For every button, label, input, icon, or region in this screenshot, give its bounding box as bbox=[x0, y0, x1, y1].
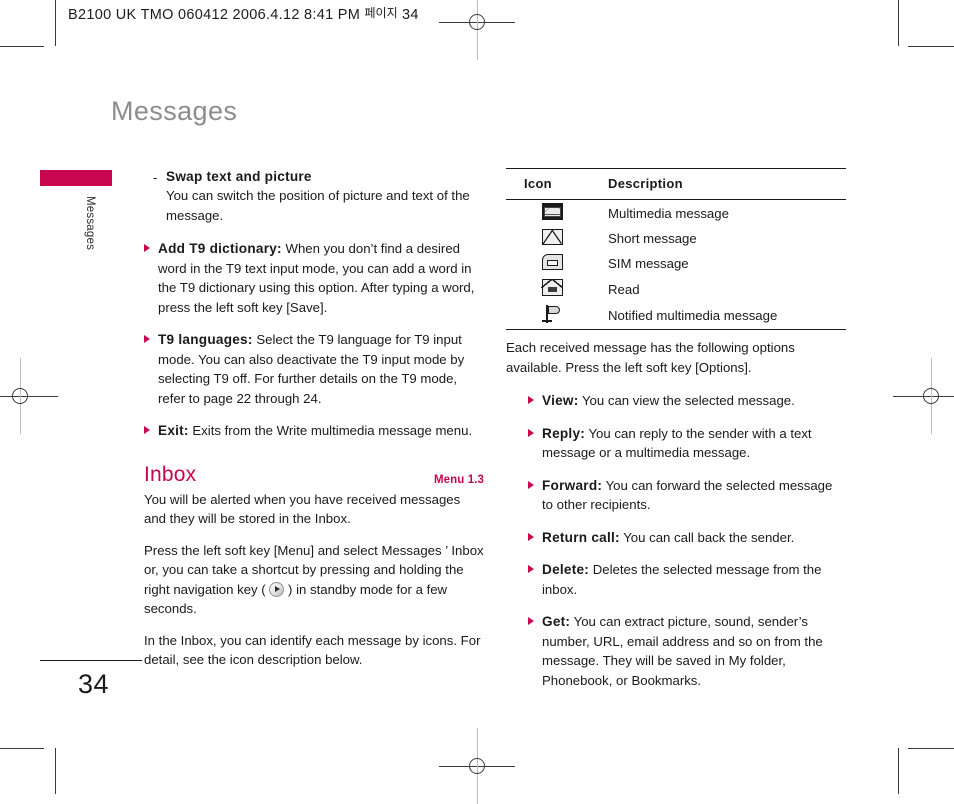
table-cell-description: Multimedia message bbox=[598, 199, 846, 226]
sim-message-icon-cell bbox=[506, 251, 598, 276]
sim-message-icon bbox=[541, 254, 563, 270]
table-cell-description: Read bbox=[608, 281, 640, 297]
notified-multimedia-message-icon-cell bbox=[506, 302, 598, 330]
list-item-lead: View: bbox=[542, 393, 579, 408]
page-title: Messages bbox=[111, 96, 238, 126]
crop-mark-top-right-vertical bbox=[898, 0, 899, 46]
list-item: Delete: Deletes the selected message fro… bbox=[528, 560, 846, 599]
column-header-icon: Icon bbox=[506, 168, 598, 200]
inbox-paragraph-2: In the Inbox, you can identify each mess… bbox=[144, 632, 481, 668]
options-intro-paragraph: Each received message has the following … bbox=[506, 340, 795, 375]
swap-text-and-picture-item: - Swap text and picture You can switch t… bbox=[144, 168, 484, 225]
list-item-lead: Add T9 dictionary: bbox=[158, 241, 282, 256]
table-cell-description: Short message bbox=[608, 231, 697, 246]
short-message-icon-cell bbox=[506, 226, 598, 251]
dash-marker: - bbox=[153, 170, 158, 185]
print-slug-korean-label: 페이지 bbox=[364, 6, 398, 20]
swap-text-and-picture-heading: Swap text and picture bbox=[166, 169, 312, 184]
list-item: View: You can view the selected message. bbox=[528, 391, 846, 411]
list-item: Add T9 dictionary: When you don’t find a… bbox=[144, 239, 484, 317]
triangle-bullet-icon bbox=[144, 244, 150, 252]
registration-mark-bottom bbox=[439, 728, 515, 804]
inbox-shortcut-paragraph: Press the left soft key [Menu] and selec… bbox=[144, 541, 484, 619]
triangle-bullet-icon bbox=[528, 396, 534, 404]
table-row: Short message bbox=[506, 226, 846, 251]
crop-mark-bottom-left-vertical bbox=[55, 748, 56, 794]
triangle-bullet-icon bbox=[144, 426, 150, 434]
list-item: Reply: You can reply to the sender with … bbox=[528, 424, 846, 463]
menu-reference-badge: Menu 1.3 bbox=[433, 473, 484, 486]
read-message-icon bbox=[541, 278, 563, 296]
left-column: - Swap text and picture You can switch t… bbox=[144, 168, 484, 682]
crop-mark-bottom-right-horizontal bbox=[908, 748, 954, 749]
crop-mark-top-left-vertical bbox=[55, 0, 56, 46]
footer-rule bbox=[40, 660, 142, 662]
chapter-tab-label: Messages bbox=[84, 196, 96, 251]
list-item-body: You can call back the sender. bbox=[619, 529, 795, 545]
notified-multimedia-message-icon bbox=[541, 305, 563, 323]
crop-mark-bottom-left-horizontal bbox=[0, 748, 44, 749]
swap-text-and-picture-body: You can switch the position of picture a… bbox=[166, 188, 470, 223]
triangle-bullet-icon bbox=[528, 617, 534, 625]
triangle-bullet-icon bbox=[528, 480, 534, 489]
triangle-bullet-icon bbox=[144, 335, 150, 343]
triangle-bullet-icon bbox=[528, 428, 534, 437]
section-heading: Inbox bbox=[144, 462, 197, 486]
list-item: Forward: You can forward the selected me… bbox=[528, 476, 846, 515]
inbox-section-header: Inbox Menu 1.3 bbox=[144, 461, 484, 489]
list-item-body: You can extract picture, sound, sender’s… bbox=[542, 614, 823, 688]
table-cell-description: SIM message bbox=[608, 256, 689, 271]
short-message-icon bbox=[541, 229, 563, 245]
list-item: Return call: You can call back the sende… bbox=[528, 528, 846, 548]
list-item: Get: You can extract picture, sound, sen… bbox=[528, 612, 846, 690]
registration-mark-top bbox=[439, 0, 515, 60]
registration-mark-right bbox=[893, 358, 954, 434]
print-slug-text: B2100 UK TMO 060412 2006.4.12 8:41 PM bbox=[68, 7, 361, 23]
table-row: Read bbox=[506, 276, 846, 302]
chapter-tab-bar bbox=[40, 170, 112, 186]
multimedia-message-icon bbox=[541, 203, 563, 220]
inbox-paragraph-1: You will be alerted when you have receiv… bbox=[144, 491, 461, 527]
list-item-lead: Return call: bbox=[542, 529, 620, 545]
list-item-lead: Reply: bbox=[542, 425, 586, 441]
right-navigation-key-icon bbox=[269, 581, 285, 597]
triangle-bullet-icon bbox=[528, 532, 534, 541]
column-header-description: Description bbox=[598, 168, 846, 200]
list-item-lead: Forward: bbox=[542, 477, 603, 493]
table-header-row: Icon Description bbox=[506, 168, 846, 200]
crop-mark-top-left-horizontal bbox=[0, 46, 44, 47]
right-column: Icon Description Multimedia message Shor… bbox=[506, 168, 846, 703]
table-row: Notified multimedia message bbox=[506, 302, 846, 330]
icon-description-table: Icon Description Multimedia message Shor… bbox=[506, 168, 846, 330]
print-slug-page-ref: 34 bbox=[401, 7, 419, 23]
list-item-body: You can view the selected message. bbox=[578, 393, 795, 408]
list-item: T9 languages: Select the T9 language for… bbox=[144, 330, 484, 408]
list-item: Exit: Exits from the Write multimedia me… bbox=[144, 421, 484, 441]
triangle-bullet-icon bbox=[528, 565, 534, 573]
table-cell-description: Notified multimedia message bbox=[598, 302, 846, 330]
list-item-lead: Get: bbox=[542, 614, 571, 629]
list-item-body: Exits from the Write multimedia message … bbox=[188, 423, 473, 438]
list-item-lead: Exit: bbox=[158, 423, 189, 438]
registration-mark-left bbox=[0, 358, 58, 434]
page-number: 34 bbox=[78, 669, 110, 699]
list-item-lead: T9 languages: bbox=[158, 332, 253, 347]
crop-mark-bottom-right-vertical bbox=[898, 748, 899, 794]
table-row: Multimedia message bbox=[506, 199, 846, 226]
print-slug: B2100 UK TMO 060412 2006.4.12 8:41 PM 페이… bbox=[68, 4, 419, 23]
read-message-icon-cell bbox=[506, 276, 598, 302]
multimedia-message-icon-cell bbox=[506, 199, 598, 226]
list-item-lead: Delete: bbox=[542, 562, 590, 577]
table-row: SIM message bbox=[506, 251, 846, 276]
crop-mark-top-right-horizontal bbox=[908, 46, 954, 47]
manual-page: B2100 UK TMO 060412 2006.4.12 8:41 PM 페이… bbox=[0, 0, 954, 804]
